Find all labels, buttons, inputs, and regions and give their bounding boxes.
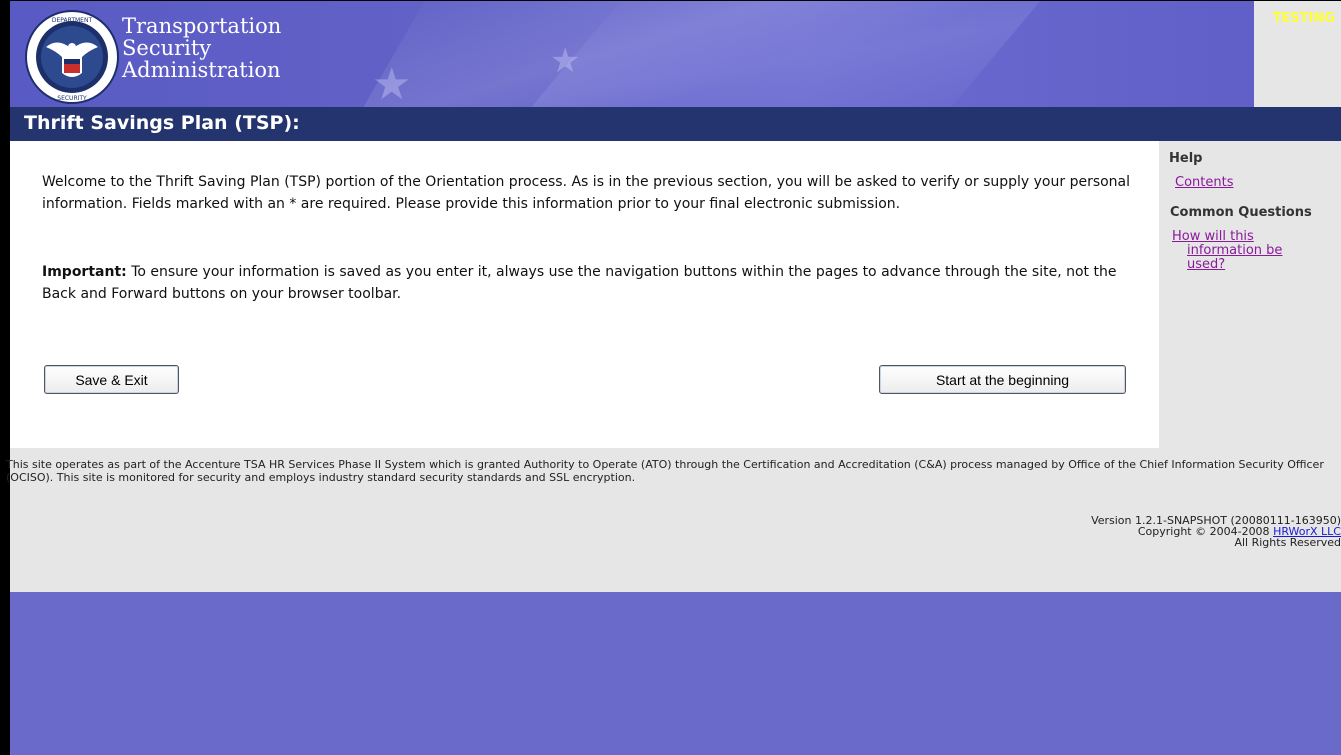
main-content: Welcome to the Thrift Saving Plan (TSP) … bbox=[10, 141, 1159, 448]
agency-name-line2: Security bbox=[122, 36, 212, 60]
agency-name: Transportation Security Administration bbox=[122, 15, 281, 81]
page-background bbox=[10, 592, 1341, 755]
important-text: To ensure your information is saved as y… bbox=[42, 264, 1117, 302]
important-label: Important: bbox=[42, 264, 127, 280]
svg-text:SECURITY: SECURITY bbox=[57, 95, 87, 102]
environment-panel: TESTING bbox=[1254, 1, 1341, 107]
agency-name-line3: Administration bbox=[122, 58, 281, 82]
site-header: ★ ★ DEPARTMENT SECURITY Transportation S… bbox=[10, 1, 1341, 107]
question-link-line3: used? bbox=[1187, 257, 1226, 272]
site-footer: This site operates as part of the Accent… bbox=[6, 448, 1341, 592]
page-title-bar: Thrift Savings Plan (TSP): bbox=[10, 107, 1341, 141]
question-link-line2: information be bbox=[1187, 243, 1283, 258]
agency-name-line1: Transportation bbox=[122, 14, 282, 38]
version-block: Version 1.2.1-SNAPSHOT (20080111-163950)… bbox=[1091, 515, 1341, 548]
page-title: Thrift Savings Plan (TSP): bbox=[24, 112, 300, 134]
rights-text: All Rights Reserved bbox=[1234, 536, 1341, 549]
help-heading: Help bbox=[1169, 151, 1203, 166]
environment-label: TESTING bbox=[1272, 11, 1335, 26]
dhs-seal-logo: DEPARTMENT SECURITY bbox=[25, 10, 119, 104]
question-link-line1: How will this bbox=[1172, 229, 1254, 244]
star-decoration-icon: ★ bbox=[372, 59, 412, 107]
start-beginning-button[interactable]: Start at the beginning bbox=[879, 365, 1126, 394]
security-disclaimer: This site operates as part of the Accent… bbox=[6, 458, 1324, 484]
help-sidebar: Help Contents Common Questions How will … bbox=[1159, 141, 1341, 448]
welcome-paragraph: Welcome to the Thrift Saving Plan (TSP) … bbox=[42, 174, 1131, 212]
save-exit-button[interactable]: Save & Exit bbox=[44, 365, 179, 394]
common-questions-heading: Common Questions bbox=[1170, 205, 1312, 220]
svg-text:DEPARTMENT: DEPARTMENT bbox=[52, 17, 93, 24]
important-notice: Important: To ensure your information is… bbox=[42, 261, 1142, 305]
contents-link[interactable]: Contents bbox=[1175, 175, 1233, 190]
star-decoration-icon: ★ bbox=[550, 41, 581, 81]
question-link-info-usage[interactable]: How will this information be used? bbox=[1172, 230, 1302, 272]
